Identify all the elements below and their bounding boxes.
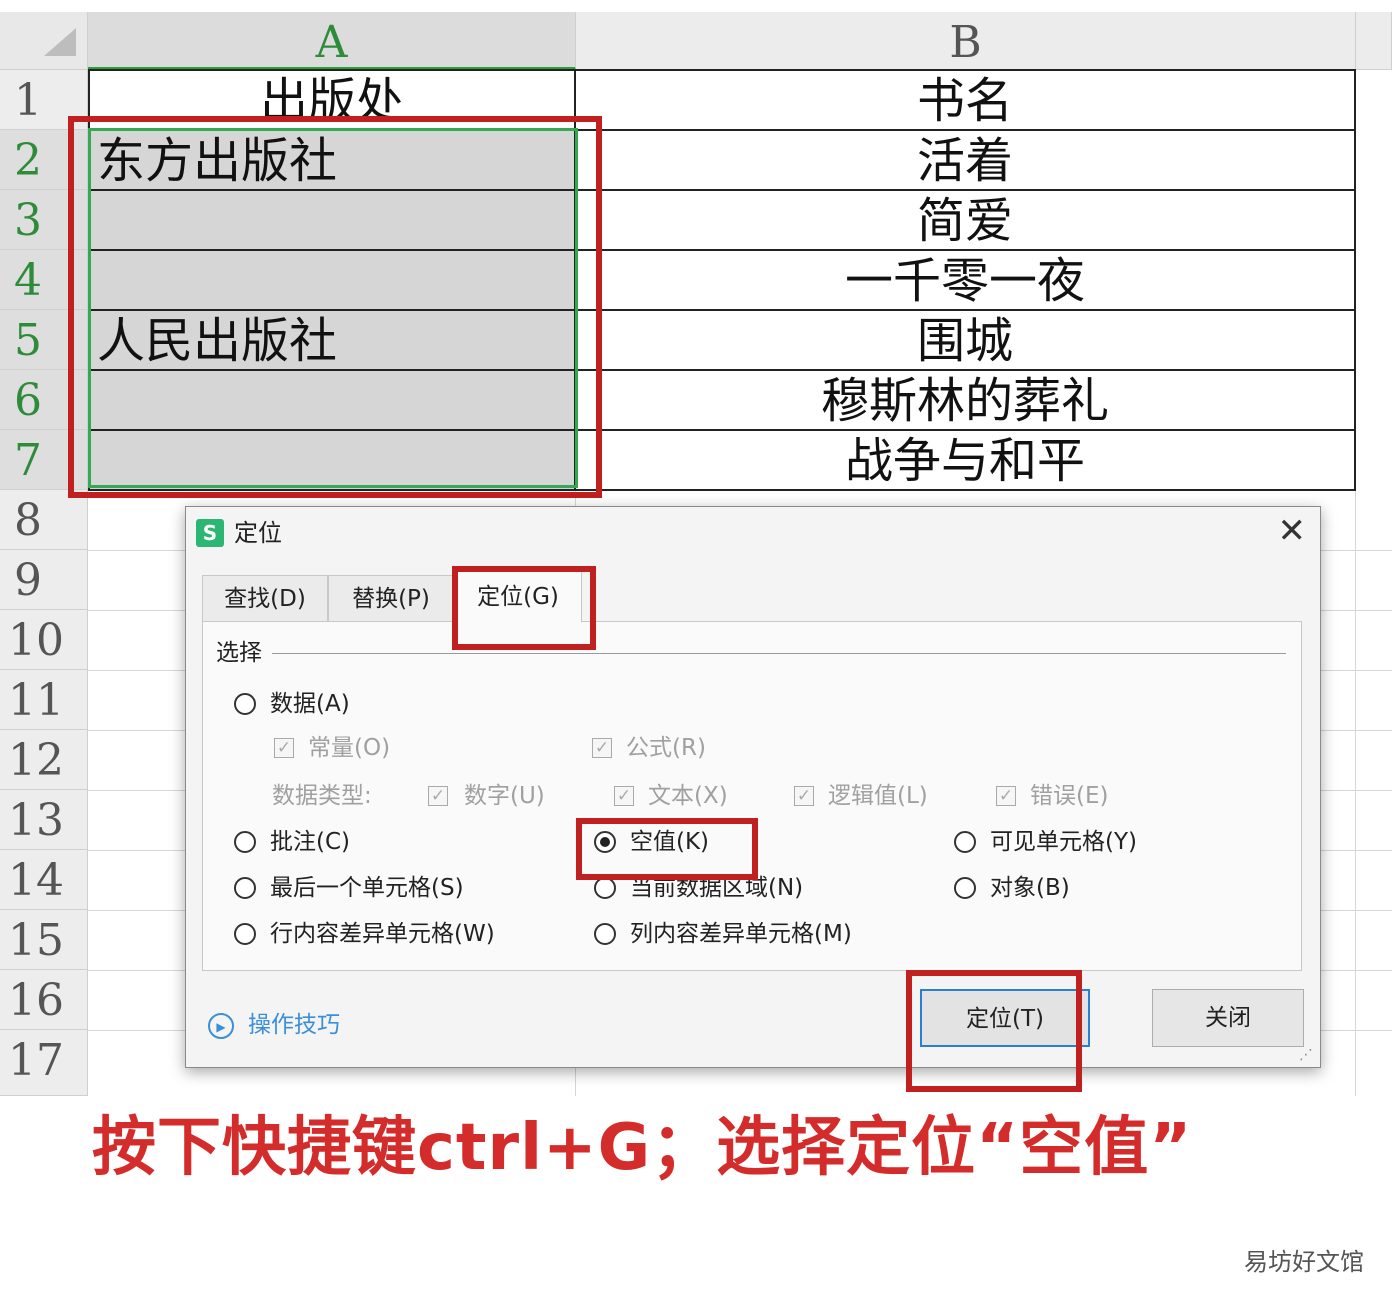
- cell-b5[interactable]: 围城: [576, 310, 1354, 370]
- highlight-box-blank-option: [576, 818, 758, 880]
- row-header-15[interactable]: 15: [0, 910, 88, 970]
- column-header-b[interactable]: B: [576, 12, 1356, 70]
- cell-b4[interactable]: 一千零一夜: [576, 250, 1354, 310]
- option-label-text: 文本(X): [648, 783, 728, 809]
- watermark: 易坊好文馆: [1244, 1248, 1364, 1276]
- option-label-number: 数字(U): [464, 783, 545, 809]
- play-icon[interactable]: ▶: [208, 1013, 234, 1039]
- cell-b7[interactable]: 战争与和平: [576, 430, 1354, 490]
- close-icon[interactable]: ✕: [1278, 511, 1307, 551]
- column-header-c[interactable]: [1356, 12, 1392, 70]
- row-header-11[interactable]: 11: [0, 670, 88, 730]
- radio-data[interactable]: [234, 693, 256, 715]
- tips-link[interactable]: 操作技巧: [248, 1007, 340, 1043]
- radio-visible-cells[interactable]: [954, 831, 976, 853]
- row-header-17[interactable]: 17: [0, 1030, 88, 1096]
- highlight-box-locate-button: [906, 970, 1082, 1092]
- checkbox-logical[interactable]: ✓: [794, 786, 814, 806]
- option-label-formula: 公式(R): [626, 735, 706, 761]
- option-label-data: 数据(A): [270, 691, 350, 717]
- radio-current-region[interactable]: [594, 877, 616, 899]
- row-header-13[interactable]: 13: [0, 790, 88, 850]
- option-label-column-differences: 列内容差异单元格(M): [630, 921, 852, 947]
- group-divider: [272, 653, 1286, 654]
- row-header-10[interactable]: 10: [0, 610, 88, 670]
- option-label-comment: 批注(C): [270, 829, 351, 855]
- select-all-triangle-icon: [44, 28, 76, 56]
- option-label-error: 错误(E): [1030, 783, 1109, 809]
- checkbox-error[interactable]: ✓: [996, 786, 1016, 806]
- highlight-box-goto-tab: [452, 566, 596, 650]
- checkbox-number[interactable]: ✓: [428, 786, 448, 806]
- row-header-16[interactable]: 16: [0, 970, 88, 1030]
- row-header-12[interactable]: 12: [0, 730, 88, 790]
- option-label-logical: 逻辑值(L): [828, 783, 928, 809]
- tab-replace[interactable]: 替换(P): [328, 575, 454, 621]
- option-label-row-differences: 行内容差异单元格(W): [270, 921, 495, 947]
- cell-b2[interactable]: 活着: [576, 130, 1354, 190]
- option-label-object: 对象(B): [990, 875, 1070, 901]
- radio-last-cell[interactable]: [234, 877, 256, 899]
- dialog-title: 定位: [234, 519, 282, 547]
- row-header-14[interactable]: 14: [0, 850, 88, 910]
- row-header-8[interactable]: 8: [0, 490, 88, 550]
- resize-grip-icon[interactable]: ⋰: [1299, 1047, 1314, 1063]
- table-border: [1354, 69, 1356, 491]
- highlight-box-selection: [68, 116, 602, 498]
- close-button[interactable]: 关闭: [1152, 989, 1304, 1047]
- table-border: [88, 69, 1356, 71]
- radio-column-differences[interactable]: [594, 923, 616, 945]
- cell-b6[interactable]: 穆斯林的葬礼: [576, 370, 1354, 430]
- checkbox-text[interactable]: ✓: [614, 786, 634, 806]
- instruction-caption: 按下快捷键ctrl+G；选择定位“空值”: [92, 1111, 1193, 1185]
- radio-row-differences[interactable]: [234, 923, 256, 945]
- tab-find[interactable]: 查找(D): [202, 575, 328, 621]
- goto-dialog: S 定位 ✕ 查找(D) 替换(P) 定位(G) 选择 数据(A) ✓ 常量(O…: [185, 506, 1321, 1068]
- option-label-visible-cells: 可见单元格(Y): [990, 829, 1137, 855]
- column-header-a[interactable]: A: [88, 12, 576, 70]
- group-label: 选择: [216, 637, 268, 669]
- cell-b3[interactable]: 简爱: [576, 190, 1354, 250]
- cell-b1[interactable]: 书名: [576, 70, 1354, 130]
- option-label-last-cell: 最后一个单元格(S): [270, 875, 464, 901]
- row-header-9[interactable]: 9: [0, 550, 88, 610]
- checkbox-constant[interactable]: ✓: [274, 738, 294, 758]
- data-type-label: 数据类型:: [272, 783, 372, 809]
- radio-object[interactable]: [954, 877, 976, 899]
- radio-comment[interactable]: [234, 831, 256, 853]
- option-label-constant: 常量(O): [308, 735, 391, 761]
- checkbox-formula[interactable]: ✓: [592, 738, 612, 758]
- app-logo-icon: S: [196, 519, 224, 547]
